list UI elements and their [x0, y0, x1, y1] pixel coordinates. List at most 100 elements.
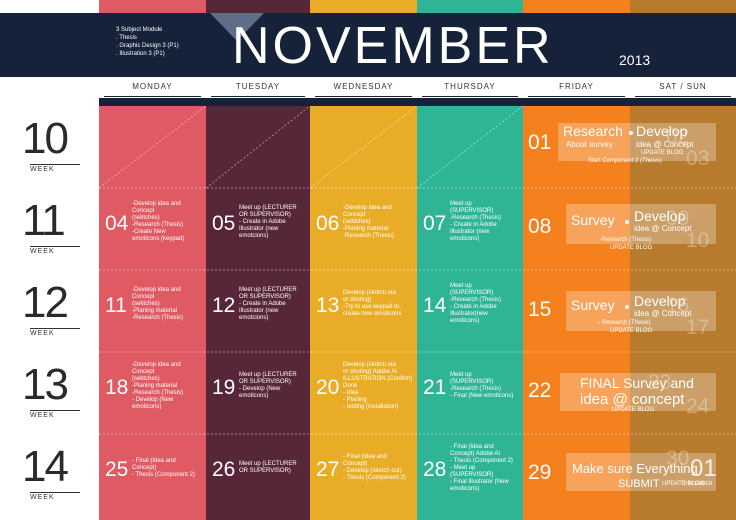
week-label-13: 13 WEEK	[22, 360, 80, 440]
note-sub: idea @ Concept	[634, 309, 692, 318]
day-cell-w12-thu: 14 Meet up (SUPERVISOR) -Research (Thesis) -…	[423, 270, 523, 350]
note-sub: idea @ Concept	[636, 140, 694, 149]
day-thursday: THURSDAY	[444, 82, 496, 91]
task-line: - Final (Idea and	[343, 454, 387, 460]
task-line: Illustrator (new	[239, 226, 279, 232]
task-line: - Create in Adobe	[450, 222, 497, 228]
date-number: 20	[316, 376, 340, 399]
task-line: -Research (Thesis)	[450, 215, 502, 221]
bullet-dot	[625, 305, 629, 309]
day-cell-w11-thu: 07 Meet up (SUPERVISOR) -Research (Thesis) -…	[423, 188, 523, 268]
day-cell-w11-wed: 06 -Develop idea and Concept (sektches) -Pla…	[316, 188, 416, 268]
day-weekend: SAT / SUN	[659, 82, 707, 91]
note-sub: idea @ Concept	[634, 224, 692, 233]
note-line: UPDATE BLOG	[610, 245, 653, 251]
day-cell-w12-wed: 13 Develop (sketch out or shoting) -Try to …	[316, 270, 416, 350]
note-line: -Research (Thesis)	[600, 237, 652, 243]
note-title: Research	[563, 123, 623, 139]
day-cell-w13-tue: 19 Meet up (LECTURER OR SUPERVISOR) - Devel…	[212, 352, 312, 432]
task-line: OR SUPERVISOR)	[239, 379, 291, 385]
day-underline	[422, 96, 518, 97]
day-cell-w14-mon: 25- Final (Idea and Concept) - Thesis (Com…	[105, 434, 205, 514]
ghost-date: 24	[686, 395, 710, 418]
week-label-10: 10 WEEK	[22, 114, 80, 194]
subject-item: . Illustration 3 (P1)	[116, 51, 165, 57]
date-number: 06	[316, 212, 340, 235]
task-line: ILLUSTRATION (Confirm)	[343, 376, 413, 382]
note-title: SUBMIT	[618, 478, 660, 490]
date-number: 01	[528, 131, 552, 154]
week-label-14: 14 WEEK	[22, 442, 80, 520]
note-title: Develop	[634, 293, 686, 309]
strip-wednesday	[310, 0, 417, 13]
day-underline	[635, 96, 731, 97]
date-number: 26	[212, 458, 236, 481]
task-line: Meet up	[450, 201, 472, 207]
task-line: -Try to use keypad to	[343, 304, 400, 310]
day-cell-w13-wed: 20 Develop (sketch out or shoting) Adobe A…	[316, 352, 416, 432]
day-cell-w12-mon: 11 -Develop idea and Concept (sektches) -Pla…	[105, 270, 205, 350]
note-title: idea @ concept	[580, 391, 685, 408]
note-title: Develop	[636, 123, 688, 139]
date-number: 22	[528, 379, 552, 402]
date-number: 12	[212, 294, 236, 317]
note-line: UPDATE BLOG	[612, 407, 655, 413]
note-title: Survey	[571, 297, 615, 313]
task-line: - Final Illustrator (New	[450, 479, 509, 485]
task-line: - Final (Idea and	[450, 444, 494, 450]
day-cell-w11-tue: 05 Meet up (LECTURER OR SUPERVISOR) - Creat…	[212, 188, 312, 268]
date-number: 19	[212, 376, 236, 399]
task-line: Concept	[132, 294, 155, 300]
note-sub: About survey	[566, 140, 613, 149]
friday-cell-w13: 22 23 24 FINAL Survey and idea @ concept…	[528, 372, 728, 430]
task-line: -Research (Thesis)	[343, 233, 395, 239]
task-line: Concept	[343, 212, 366, 218]
ghost-date: 03	[686, 147, 710, 170]
task-line: -Planing material	[343, 226, 389, 232]
task-line: -Research (Thesis)	[132, 315, 184, 321]
task-line: (sektches)	[343, 219, 371, 225]
task-line: -Research (Thesis)	[132, 390, 184, 396]
task-line: Illustrator (new	[450, 229, 490, 235]
task-line: emoticons)	[450, 236, 480, 242]
friday-cell-w12: 15 16 17 Survey Develop idea @ Concept -…	[528, 291, 728, 347]
task-line: - Planing	[343, 397, 367, 403]
day-tuesday: TUESDAY	[235, 82, 281, 91]
date-number: 29	[528, 461, 552, 484]
task-line: - Create in Adobe	[239, 301, 286, 307]
task-line: Done	[343, 383, 358, 389]
date-number: 13	[316, 294, 340, 317]
day-underline	[211, 96, 305, 97]
friday-cell-w11: 08 09 10 Survey Develop idea @ Concept -…	[528, 204, 728, 262]
date-number: 21	[423, 376, 447, 399]
note-line: UPDATE BLOG	[610, 328, 653, 334]
task-line: Meet up (LECTURER	[239, 287, 297, 293]
module-title: 3 Subject Module	[116, 27, 163, 33]
task-line: Develop (sketch out	[343, 290, 397, 296]
strip-weekend	[630, 0, 736, 13]
task-line: (SUPERVISOR)	[450, 208, 494, 214]
task-line: -Develop idea and	[132, 287, 181, 293]
year-label: 2013	[619, 52, 651, 68]
strip-tuesday	[206, 0, 310, 13]
task-line: - testing (installation)	[343, 404, 399, 410]
task-line: Concept	[132, 208, 155, 214]
note-line: Start Component 2 (Thesis)	[588, 158, 662, 164]
task-line: - Idea	[343, 390, 359, 396]
task-line: or shoting) Adobe AI	[343, 369, 398, 375]
task-line: Meet up (LECTURER	[239, 461, 297, 467]
day-underline	[104, 96, 201, 97]
task-line: -Research (Thesis)	[132, 222, 184, 228]
task-line: - Thesis (Component 2)	[343, 475, 406, 481]
task-line: Meet up	[450, 372, 472, 378]
task-line: -Develop idea and	[343, 205, 392, 211]
note-title: Make sure Everything	[572, 461, 698, 476]
day-cell-w14-thu: 28 - Final (Idea and Concept) Adobe AI - Th…	[423, 434, 523, 514]
task-line: - Thesis (Component 2)	[450, 458, 513, 464]
bullet-dot	[629, 131, 633, 135]
task-line: OR SUPERVISOR)	[239, 212, 291, 218]
task-line: Illustrator(new	[450, 311, 488, 317]
note-title: FINAL Survey and	[580, 375, 694, 391]
task-line: -Research (Thesis)	[450, 297, 502, 303]
task-line: emoticons)	[450, 486, 480, 492]
